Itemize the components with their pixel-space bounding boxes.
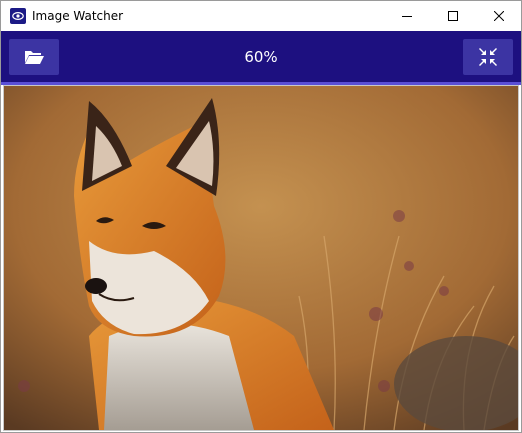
fox-photo xyxy=(4,86,518,430)
zoom-level: 60% xyxy=(244,48,278,66)
close-icon xyxy=(494,11,504,21)
minimize-button[interactable] xyxy=(384,1,430,31)
image-viewport[interactable] xyxy=(3,85,519,431)
app-window: Image Watcher 60% xyxy=(0,0,522,433)
shrink-arrows-icon xyxy=(479,48,497,66)
app-eye-icon xyxy=(10,8,26,24)
toolbar: 60% xyxy=(1,31,521,85)
fit-to-window-button[interactable] xyxy=(463,39,513,75)
close-button[interactable] xyxy=(476,1,522,31)
title-bar[interactable]: Image Watcher xyxy=(1,1,521,31)
window-title: Image Watcher xyxy=(32,9,124,23)
minimize-icon xyxy=(402,16,412,17)
maximize-icon xyxy=(448,11,458,21)
maximize-button[interactable] xyxy=(430,1,476,31)
